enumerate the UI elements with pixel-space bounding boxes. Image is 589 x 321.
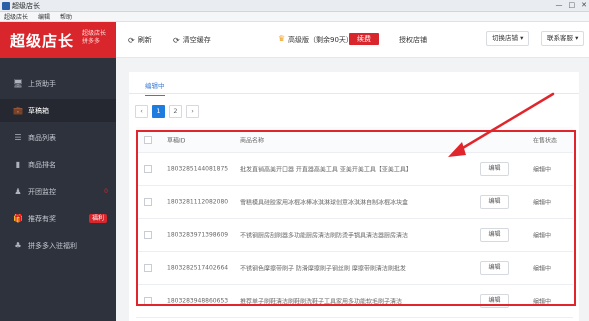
menu-help[interactable]: 帮助 (60, 12, 72, 21)
bar-chart-icon: ▮ (15, 159, 21, 169)
top-toolbar: ⟳ 刷新 ⟳ 清空缓存 ♛ 高级版（剩余90天） 续费 授权店铺 切换店铺 ▾ … (116, 22, 589, 58)
highlight-box (136, 130, 576, 306)
prev-page-button[interactable]: ‹ (135, 105, 148, 118)
sidebar-item-label: 商品列表 (28, 133, 56, 142)
clear-cache-label: 清空缓存 (182, 36, 211, 44)
vip-status: 高级版（剩余90天） (288, 36, 353, 44)
menubar: 超级店长 编辑 帮助 (0, 12, 589, 22)
window-title: 超级店长 (12, 2, 40, 10)
logo-subtext: 超级店长 拼多多 (82, 30, 106, 46)
close-icon[interactable]: ✕ (581, 1, 587, 9)
maximize-icon[interactable]: □ (569, 1, 576, 9)
authorize-shop-link[interactable]: 授权店铺 (399, 35, 427, 45)
renew-button[interactable]: 续费 (349, 33, 379, 45)
logo-sub-line1: 超级店长 (82, 30, 107, 37)
clear-cache-button[interactable]: ⟳ 清空缓存 (173, 35, 211, 45)
logo-sub-line2: 拼多多 (82, 38, 101, 45)
sidebar-item-label: 推荐有奖 (28, 214, 56, 223)
count-badge: 0 (104, 188, 108, 195)
refresh-icon: ⟳ (128, 35, 135, 45)
brand-logo: 超级店长 超级店长 拼多多 (0, 22, 116, 58)
sidebar-item-pdd-benefit[interactable]: ♣ 拼多多入驻福利 (0, 234, 116, 257)
menu-edit[interactable]: 编辑 (38, 12, 50, 21)
pagination: ‹ 1 2 › (135, 105, 199, 118)
app-icon (2, 2, 10, 10)
window-titlebar: 超级店长 — □ ✕ (0, 0, 589, 12)
switch-shop-dropdown[interactable]: 切换店铺 ▾ (486, 31, 530, 46)
sidebar-item-label: 上货助手 (28, 79, 56, 88)
menu-app[interactable]: 超级店长 (4, 12, 28, 21)
gift-icon: 🎁 (13, 213, 23, 223)
tab-editing[interactable]: 编辑中 (145, 80, 165, 96)
logo-text: 超级店长 (10, 32, 75, 50)
sidebar-item-label: 拼多多入驻福利 (28, 241, 77, 250)
sidebar-item-product-ranking[interactable]: ▮ 商品排名 (0, 153, 116, 176)
clear-icon: ⟳ (173, 35, 180, 45)
refresh-label: 刷新 (137, 36, 152, 44)
welfare-badge: 福利 (88, 214, 107, 223)
tab-bar: 编辑中 (129, 72, 579, 96)
window-controls: — □ ✕ (556, 1, 588, 9)
sidebar-item-group-monitor[interactable]: ♟ 开团监控 0 (0, 180, 116, 203)
crown-icon: ♛ (278, 34, 286, 43)
list-icon: ☰ (14, 132, 22, 142)
people-icon: ♣ (14, 240, 22, 250)
sidebar-item-drafts[interactable]: 💼 草稿箱 (0, 99, 116, 122)
sidebar-item-label: 草稿箱 (28, 106, 49, 115)
briefcase-icon: 💼 (13, 105, 23, 115)
page-2-button[interactable]: 2 (169, 105, 182, 118)
sidebar-item-label: 开团监控 (28, 187, 56, 196)
refresh-button[interactable]: ⟳ 刷新 (128, 35, 152, 45)
sidebar-item-referral[interactable]: 🎁 推荐有奖 福利 (0, 207, 116, 230)
sidebar: 超级店长 超级店长 拼多多 🖥 上货助手 💼 草稿箱 ☰ 商品列表 ▮ 商品排名… (0, 22, 116, 321)
sidebar-item-label: 商品排名 (28, 160, 56, 169)
minimize-icon[interactable]: — (556, 1, 563, 9)
next-page-button[interactable]: › (186, 105, 199, 118)
page-1-button[interactable]: 1 (152, 105, 165, 118)
contact-support-dropdown[interactable]: 联系客服 ▾ (541, 31, 585, 46)
sidebar-item-product-list[interactable]: ☰ 商品列表 (0, 126, 116, 149)
person-icon: ♟ (14, 186, 22, 196)
monitor-icon: 🖥 (13, 78, 24, 88)
sidebar-item-upload-helper[interactable]: 🖥 上货助手 (0, 72, 116, 95)
